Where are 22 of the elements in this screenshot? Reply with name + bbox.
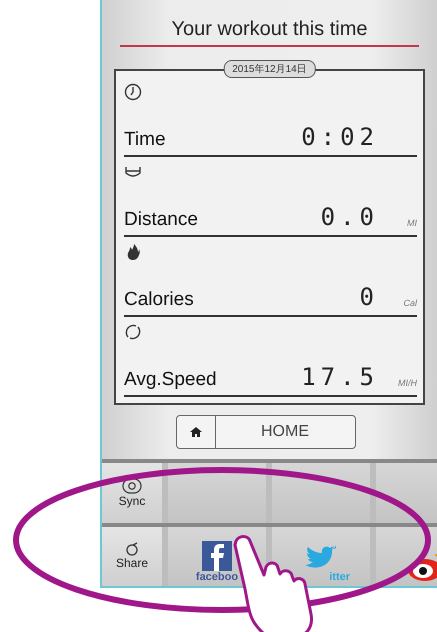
stat-value: 0 xyxy=(358,283,379,311)
sync-button[interactable]: Sync xyxy=(102,463,162,522)
share-icon xyxy=(125,542,139,556)
f-logo-icon xyxy=(202,541,232,571)
circular-arrows-icon xyxy=(124,323,142,341)
stat-label: Distance xyxy=(124,209,198,231)
stat-value: 0.0 xyxy=(320,203,379,231)
home-icon xyxy=(190,426,202,438)
clock-icon xyxy=(124,83,142,101)
unit-label: MI/H xyxy=(397,378,417,390)
stat-value: 0:02 xyxy=(300,123,379,151)
sync-icon xyxy=(122,478,142,494)
screen-title: Your workout this time xyxy=(120,0,419,47)
stat-label: Avg.Speed xyxy=(124,369,217,391)
unit-label: Cal xyxy=(402,298,417,310)
date-badge: 2015年12月14日 xyxy=(223,60,316,78)
stat-value: 17.5 xyxy=(300,363,379,391)
unit-label: MI xyxy=(406,218,417,230)
stat-label: Calories xyxy=(124,289,194,311)
share-button[interactable]: Share xyxy=(102,526,162,586)
stat-label: Time xyxy=(124,129,166,151)
home-button[interactable]: HOME xyxy=(176,415,356,449)
